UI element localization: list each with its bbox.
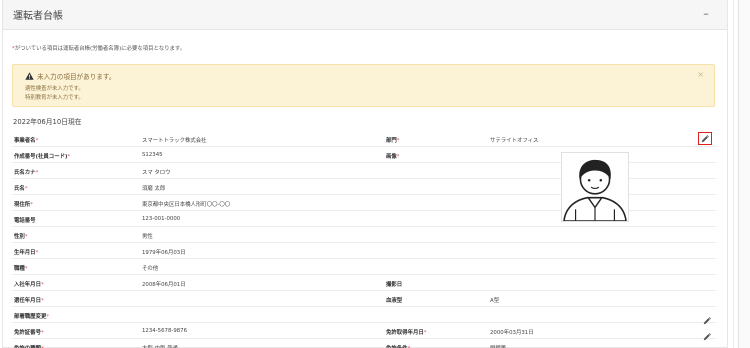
field-label: 免許の種類* bbox=[14, 344, 44, 348]
table-row: 部署職歴変更* bbox=[12, 308, 716, 325]
required-marker: * bbox=[35, 170, 39, 176]
required-note-text: がついている項目は運転者台帳(労働者名簿)に必要な項目となります。 bbox=[14, 46, 186, 52]
field-label: 免許証番号* bbox=[14, 328, 44, 336]
field-value: 2008年06月01日 bbox=[142, 282, 186, 288]
required-marker: * bbox=[46, 314, 50, 320]
required-note: *がついている項目は運転者台帳(労働者名簿)に必要な項目となります。 bbox=[12, 44, 185, 52]
field-value: スマ タロウ bbox=[142, 170, 171, 176]
field-label: 選任年月日* bbox=[14, 296, 44, 304]
required-marker: * bbox=[396, 154, 400, 160]
field-value: 大型 中型 普通 bbox=[142, 344, 178, 348]
warning-triangle-icon bbox=[25, 72, 34, 80]
driver-photo bbox=[561, 152, 629, 222]
field-label-text: 職種 bbox=[14, 266, 25, 272]
field-value: 2000年03月31日 bbox=[490, 330, 534, 336]
alert-heading: 未入力の項目があります。 bbox=[25, 71, 115, 81]
table-row: 性別* 男性 bbox=[12, 228, 716, 243]
content-divider bbox=[733, 0, 734, 348]
missing-fields-alert: 未入力の項目があります。 適性検査が未入力です。 特別教育が未入力です。 × bbox=[12, 64, 715, 107]
alert-heading-text: 未入力の項目があります。 bbox=[37, 73, 116, 81]
table-row: 職種* その他 bbox=[12, 260, 716, 275]
field-value: 須磨 太郎 bbox=[142, 186, 166, 192]
field-label-text: 免許証番号 bbox=[14, 330, 41, 336]
required-marker: * bbox=[396, 138, 400, 144]
field-label: 事業者名* bbox=[14, 136, 38, 144]
field-value: スマートトラック株式会社 bbox=[142, 138, 207, 144]
card-header: 運転者台帳 – bbox=[3, 0, 727, 30]
field-label: 作成番号(社員コード)* bbox=[14, 152, 70, 160]
required-marker: * bbox=[67, 154, 71, 160]
field-label-text: 入社年月日 bbox=[14, 282, 41, 288]
required-marker: * bbox=[30, 202, 33, 208]
field-label: 免許取得年月日* bbox=[386, 328, 426, 336]
field-value: 123-001-0000 bbox=[142, 216, 181, 222]
alert-close-button[interactable]: × bbox=[697, 70, 704, 79]
field-value: 眼鏡等 bbox=[490, 344, 506, 348]
required-marker: * bbox=[35, 138, 39, 144]
field-label-text: 部門 bbox=[386, 138, 397, 144]
field-label-text: 作成番号(社員コード) bbox=[14, 154, 68, 160]
field-label-text: 免許取得年月日 bbox=[386, 330, 424, 336]
field-label: 職種* bbox=[14, 264, 28, 272]
field-value: 1234-5678-9876 bbox=[142, 328, 188, 334]
field-label-text: 部署職歴変更 bbox=[14, 314, 47, 320]
alert-line-training: 特別教育が未入力です。 bbox=[25, 95, 84, 101]
required-marker: * bbox=[40, 298, 44, 304]
field-label: 撮影日 bbox=[386, 280, 402, 288]
page: 運転者台帳 – *がついている項目は運転者台帳(労働者名簿)に必要な項目となりま… bbox=[0, 0, 750, 348]
table-row: 免許証番号* 1234-5678-9876 免許取得年月日* 2000年03月31日 bbox=[12, 324, 716, 341]
field-label-text: 電話番号 bbox=[14, 218, 36, 224]
required-marker: * bbox=[24, 266, 28, 272]
field-value: A型 bbox=[490, 298, 500, 304]
field-label-text: 血液型 bbox=[386, 298, 403, 304]
field-label: 免許条件* bbox=[386, 344, 410, 348]
field-label: 氏名* bbox=[14, 184, 28, 192]
field-label: 性別* bbox=[14, 232, 28, 240]
table-row: 入社年月日* 2008年06月01日 撮影日 bbox=[12, 276, 716, 291]
scrollbar[interactable] bbox=[738, 0, 750, 348]
field-value: 東京都中央区日本橋人形町〇〇-〇〇 bbox=[142, 202, 231, 208]
as-of-date: 2022年06月10日現在 bbox=[13, 118, 82, 126]
field-label: 氏名カナ* bbox=[14, 168, 38, 176]
field-label: 電話番号 bbox=[14, 216, 36, 224]
field-label: 入社年月日* bbox=[14, 280, 44, 288]
alert-line-aptitude: 適性検査が未入力です。 bbox=[25, 86, 84, 92]
table-row: 事業者名* スマートトラック株式会社 部門* サテライトオフィス bbox=[12, 132, 716, 147]
field-label-text: 生年月日 bbox=[14, 250, 36, 256]
field-value: その他 bbox=[142, 266, 159, 272]
edit-button[interactable] bbox=[698, 132, 712, 145]
pencil-icon bbox=[701, 134, 709, 142]
field-label: 画像* bbox=[386, 152, 400, 160]
collapse-button[interactable]: – bbox=[699, 6, 713, 22]
required-marker: * bbox=[40, 282, 44, 288]
field-label-text: 現住所 bbox=[14, 202, 31, 208]
field-label: 現住所* bbox=[14, 200, 33, 208]
required-marker: * bbox=[423, 330, 427, 336]
required-marker: * bbox=[35, 250, 39, 256]
field-label-text: 事業者名 bbox=[14, 138, 36, 144]
field-label-text: 氏名 bbox=[14, 186, 25, 192]
field-label-text: 撮影日 bbox=[386, 282, 403, 288]
field-value: 男性 bbox=[142, 234, 153, 240]
required-marker: * bbox=[24, 234, 28, 240]
table-row: 免許の種類* 大型 中型 普通 免許条件* 眼鏡等 bbox=[12, 340, 716, 348]
table-row: 生年月日* 1979年06月03日 bbox=[12, 244, 716, 259]
field-value: S12345 bbox=[142, 152, 163, 158]
card-title: 運転者台帳 bbox=[13, 11, 63, 22]
field-label: 部署職歴変更* bbox=[14, 312, 49, 320]
field-label: 部門* bbox=[386, 136, 400, 144]
field-label: 血液型 bbox=[386, 296, 402, 304]
field-label-text: 氏名カナ bbox=[14, 170, 36, 176]
required-marker: * bbox=[40, 330, 44, 336]
required-marker: * bbox=[24, 186, 28, 192]
field-value: 1979年06月03日 bbox=[142, 250, 186, 256]
field-value: サテライトオフィス bbox=[490, 138, 539, 144]
avatar-placeholder-icon bbox=[563, 159, 627, 222]
table-row: 選任年月日* 血液型 A型 bbox=[12, 292, 716, 307]
field-label-text: 画像 bbox=[386, 154, 397, 160]
field-label-text: 性別 bbox=[14, 234, 25, 240]
field-label: 生年月日* bbox=[14, 248, 38, 256]
field-label-text: 選任年月日 bbox=[14, 298, 41, 304]
